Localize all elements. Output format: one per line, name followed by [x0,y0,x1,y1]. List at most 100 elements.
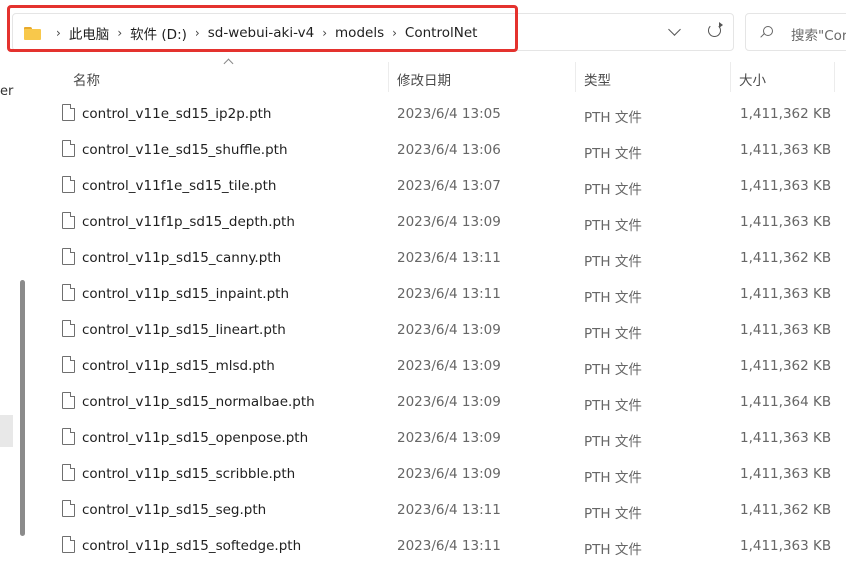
file-icon [62,500,75,517]
file-row[interactable]: control_v11e_sd15_shuffle.pth 2023/6/4 1… [36,133,846,169]
file-type: PTH 文件 [584,362,642,378]
file-icon [62,212,75,229]
file-size: 1,411,363 KB [740,214,832,230]
file-name: control_v11f1e_sd15_tile.pth [82,178,277,194]
file-type: PTH 文件 [584,182,642,198]
file-icon [62,248,75,265]
file-size: 1,411,363 KB [740,286,832,302]
nav-pane-item-label[interactable]: ers [0,84,14,99]
file-icon [62,284,75,301]
file-name: control_v11p_sd15_canny.pth [82,250,282,266]
file-type: PTH 文件 [584,506,642,522]
column-divider[interactable] [834,62,835,92]
chevron-right-icon[interactable]: › [195,26,200,40]
file-date: 2023/6/4 13:06 [397,142,501,158]
file-size: 1,411,363 KB [740,322,832,338]
file-row[interactable]: control_v11p_sd15_canny.pth 2023/6/4 13:… [36,241,846,277]
file-date: 2023/6/4 13:11 [397,538,501,554]
column-header-row: 名称 修改日期 类型 大小 [36,62,846,92]
file-row[interactable]: control_v11p_sd15_scribble.pth 2023/6/4 … [36,457,846,493]
file-size: 1,411,363 KB [740,538,832,554]
file-type: PTH 文件 [584,470,642,486]
file-type: PTH 文件 [584,542,642,558]
file-row[interactable]: control_v11f1p_sd15_depth.pth 2023/6/4 1… [36,205,846,241]
file-type: PTH 文件 [584,146,642,162]
file-size: 1,411,362 KB [740,358,832,374]
file-type: PTH 文件 [584,110,642,126]
nav-pane-selected-item[interactable] [0,415,13,447]
search-icon [763,26,773,36]
breadcrumb: › 此电脑 › 软件 (D:) › sd-webui-aki-v4 › mode… [24,23,478,43]
file-icon [62,140,75,157]
file-name: control_v11p_sd15_lineart.pth [82,322,286,338]
breadcrumb-drive-d[interactable]: 软件 (D:) [129,23,188,43]
breadcrumb-this-pc[interactable]: 此电脑 [68,23,111,43]
file-name: control_v11e_sd15_shuffle.pth [82,142,288,158]
column-divider[interactable] [575,62,576,92]
chevron-right-icon[interactable]: › [56,26,61,40]
file-name: control_v11p_sd15_normalbae.pth [82,394,315,410]
file-name: control_v11p_sd15_scribble.pth [82,466,296,482]
file-row[interactable]: control_v11e_sd15_ip2p.pth 2023/6/4 13:0… [36,97,846,133]
file-list: control_v11e_sd15_ip2p.pth 2023/6/4 13:0… [36,97,846,565]
file-size: 1,411,364 KB [740,394,832,410]
file-type: PTH 文件 [584,290,642,306]
file-icon [62,428,75,445]
column-header-size[interactable]: 大小 [739,69,766,89]
file-name: control_v11e_sd15_ip2p.pth [82,106,272,122]
file-size: 1,411,362 KB [740,106,832,122]
file-type: PTH 文件 [584,434,642,450]
file-date: 2023/6/4 13:09 [397,358,501,374]
file-icon [62,320,75,337]
file-icon [62,392,75,409]
column-divider[interactable] [388,62,389,92]
chevron-right-icon[interactable]: › [392,26,397,40]
column-header-type[interactable]: 类型 [584,69,611,89]
file-type: PTH 文件 [584,218,642,234]
file-date: 2023/6/4 13:09 [397,214,501,230]
file-type: PTH 文件 [584,254,642,270]
file-size: 1,411,363 KB [740,178,832,194]
file-icon [62,356,75,373]
column-header-name[interactable]: 名称 [73,69,100,89]
file-size: 1,411,363 KB [740,430,832,446]
file-icon [62,104,75,121]
breadcrumb-sd-webui[interactable]: sd-webui-aki-v4 [207,25,316,41]
chevron-right-icon[interactable]: › [117,26,122,40]
file-date: 2023/6/4 13:11 [397,250,501,266]
breadcrumb-models[interactable]: models [334,25,385,41]
file-date: 2023/6/4 13:09 [397,466,501,482]
file-name: control_v11p_sd15_seg.pth [82,502,267,518]
file-date: 2023/6/4 13:07 [397,178,501,194]
file-date: 2023/6/4 13:11 [397,286,501,302]
file-name: control_v11p_sd15_softedge.pth [82,538,302,554]
file-row[interactable]: control_v11p_sd15_openpose.pth 2023/6/4 … [36,421,846,457]
nav-pane-scroll-thumb[interactable] [20,280,25,536]
folder-icon [24,26,41,40]
file-size: 1,411,363 KB [740,466,832,482]
file-date: 2023/6/4 13:05 [397,106,501,122]
file-row[interactable]: control_v11p_sd15_mlsd.pth 2023/6/4 13:0… [36,349,846,385]
file-row[interactable]: control_v11p_sd15_inpaint.pth 2023/6/4 1… [36,277,846,313]
chevron-right-icon[interactable]: › [322,26,327,40]
file-row[interactable]: control_v11p_sd15_softedge.pth 2023/6/4 … [36,529,846,565]
column-header-date[interactable]: 修改日期 [397,69,451,89]
file-name: control_v11p_sd15_openpose.pth [82,430,309,446]
column-divider[interactable] [730,62,731,92]
file-row[interactable]: control_v11f1e_sd15_tile.pth 2023/6/4 13… [36,169,846,205]
file-row[interactable]: control_v11p_sd15_lineart.pth 2023/6/4 1… [36,313,846,349]
file-row[interactable]: control_v11p_sd15_seg.pth 2023/6/4 13:11… [36,493,846,529]
file-date: 2023/6/4 13:09 [397,394,501,410]
file-size: 1,411,363 KB [740,142,832,158]
file-name: control_v11p_sd15_mlsd.pth [82,358,275,374]
file-type: PTH 文件 [584,398,642,414]
refresh-icon[interactable] [708,22,723,37]
file-row[interactable]: control_v11p_sd15_normalbae.pth 2023/6/4… [36,385,846,421]
file-name: control_v11p_sd15_inpaint.pth [82,286,290,302]
file-date: 2023/6/4 13:09 [397,322,501,338]
file-type: PTH 文件 [584,326,642,342]
breadcrumb-controlnet[interactable]: ControlNet [404,25,479,41]
file-name: control_v11f1p_sd15_depth.pth [82,214,295,230]
file-icon [62,176,75,193]
file-icon [62,464,75,481]
